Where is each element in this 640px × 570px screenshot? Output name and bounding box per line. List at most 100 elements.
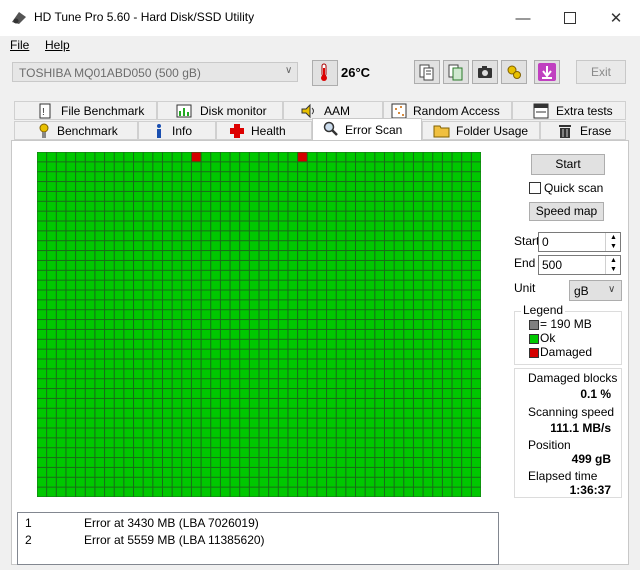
block-ok: [307, 379, 317, 389]
block-ok: [56, 398, 66, 408]
close-icon: ✕: [609, 10, 623, 27]
block-ok: [85, 329, 95, 339]
minimize-button[interactable]: —: [500, 0, 546, 36]
block-ok: [298, 221, 307, 231]
copy-text-button[interactable]: [414, 60, 440, 84]
block-ok: [240, 300, 249, 310]
block-ok: [201, 201, 211, 211]
block-ok: [153, 448, 162, 458]
block-ok: [124, 320, 134, 329]
block-ok: [336, 487, 346, 497]
thermometer-button[interactable]: [312, 60, 338, 86]
tab-disk-monitor[interactable]: Disk monitor: [157, 101, 283, 120]
quick-scan-checkbox[interactable]: [529, 182, 541, 194]
block-ok: [240, 389, 249, 398]
block-ok: [404, 201, 413, 211]
options-button[interactable]: [501, 60, 527, 84]
block-ok: [37, 280, 47, 290]
block-ok: [249, 191, 259, 201]
end-spinner[interactable]: ▲ ▼: [605, 256, 621, 274]
block-ok: [298, 211, 307, 221]
block-ok: [134, 191, 143, 201]
block-ok: [365, 182, 375, 191]
block-ok: [220, 152, 230, 162]
menu-help[interactable]: Help: [45, 38, 70, 52]
block-ok: [172, 241, 182, 251]
block-ok: [56, 438, 66, 448]
block-ok: [66, 418, 76, 428]
block-ok: [365, 418, 375, 428]
block-ok: [201, 241, 211, 251]
block-ok: [433, 191, 442, 201]
block-ok: [433, 389, 442, 398]
block-ok: [201, 211, 211, 221]
block-ok: [47, 191, 56, 201]
exit-button[interactable]: Exit: [576, 60, 626, 84]
block-ok: [134, 320, 143, 329]
block-ok: [240, 458, 249, 467]
block-ok: [471, 379, 481, 389]
block-ok: [153, 191, 162, 201]
block-ok: [384, 349, 394, 359]
block-ok: [404, 339, 413, 349]
block-ok: [85, 201, 95, 211]
block-ok: [114, 359, 124, 369]
block-ok: [259, 418, 269, 428]
block-ok: [76, 221, 85, 231]
block-ok: [442, 260, 452, 270]
block-ok: [384, 369, 394, 379]
block-ok: [37, 182, 47, 191]
tab-erase[interactable]: Erase: [540, 121, 626, 140]
start-spinner[interactable]: ▲ ▼: [605, 233, 621, 251]
tab-info[interactable]: Info: [138, 121, 216, 140]
start-scan-button[interactable]: Start: [531, 154, 605, 175]
block-ok: [375, 458, 384, 467]
scanning-speed-value: 111.1 MB/s: [550, 421, 611, 435]
unit-select[interactable]: gB ∨: [569, 280, 622, 301]
drive-select[interactable]: TOSHIBA MQ01ABD050 (500 gB): [12, 62, 298, 82]
list-item[interactable]: 2 Error at 5559 MB (LBA 11385620): [18, 533, 498, 549]
maximize-button[interactable]: [547, 0, 593, 36]
block-ok: [143, 270, 153, 280]
block-ok: [462, 428, 471, 438]
tab-extra-tests[interactable]: Extra tests: [512, 101, 626, 120]
block-ok: [259, 201, 269, 211]
tab-benchmark[interactable]: Benchmark: [14, 121, 138, 140]
block-ok: [56, 182, 66, 191]
tab-folder-usage[interactable]: Folder Usage: [422, 121, 540, 140]
block-ok: [134, 241, 143, 251]
block-ok: [95, 428, 105, 438]
block-ok: [37, 438, 47, 448]
tab-error-scan[interactable]: Error Scan: [312, 118, 422, 140]
block-ok: [269, 408, 278, 418]
block-ok: [269, 438, 278, 448]
block-ok: [298, 339, 307, 349]
tab-file-benchmark[interactable]: ! File Benchmark: [14, 101, 157, 120]
block-ok: [452, 191, 462, 201]
block-ok: [423, 428, 433, 438]
block-ok: [278, 211, 288, 221]
block-ok: [114, 280, 124, 290]
block-ok: [47, 467, 56, 477]
block-ok: [211, 467, 220, 477]
block-ok: [211, 270, 220, 280]
block-ok: [394, 260, 404, 270]
speed-map-button[interactable]: Speed map: [529, 202, 604, 221]
screenshot-button[interactable]: [472, 60, 498, 84]
block-ok: [66, 379, 76, 389]
block-ok: [471, 467, 481, 477]
block-ok: [182, 182, 191, 191]
block-ok: [47, 241, 56, 251]
save-button[interactable]: [534, 60, 560, 84]
close-button[interactable]: ✕: [593, 0, 639, 36]
block-ok: [153, 152, 162, 162]
block-ok: [76, 339, 85, 349]
tab-health[interactable]: Health: [216, 121, 312, 140]
copy-screenshot-button[interactable]: [443, 60, 469, 84]
block-ok: [471, 389, 481, 398]
menu-file[interactable]: File: [10, 38, 29, 52]
list-item[interactable]: 1 Error at 3430 MB (LBA 7026019): [18, 516, 498, 532]
error-list[interactable]: 1 Error at 3430 MB (LBA 7026019) 2 Error…: [17, 512, 499, 565]
block-ok: [134, 369, 143, 379]
block-ok: [37, 448, 47, 458]
